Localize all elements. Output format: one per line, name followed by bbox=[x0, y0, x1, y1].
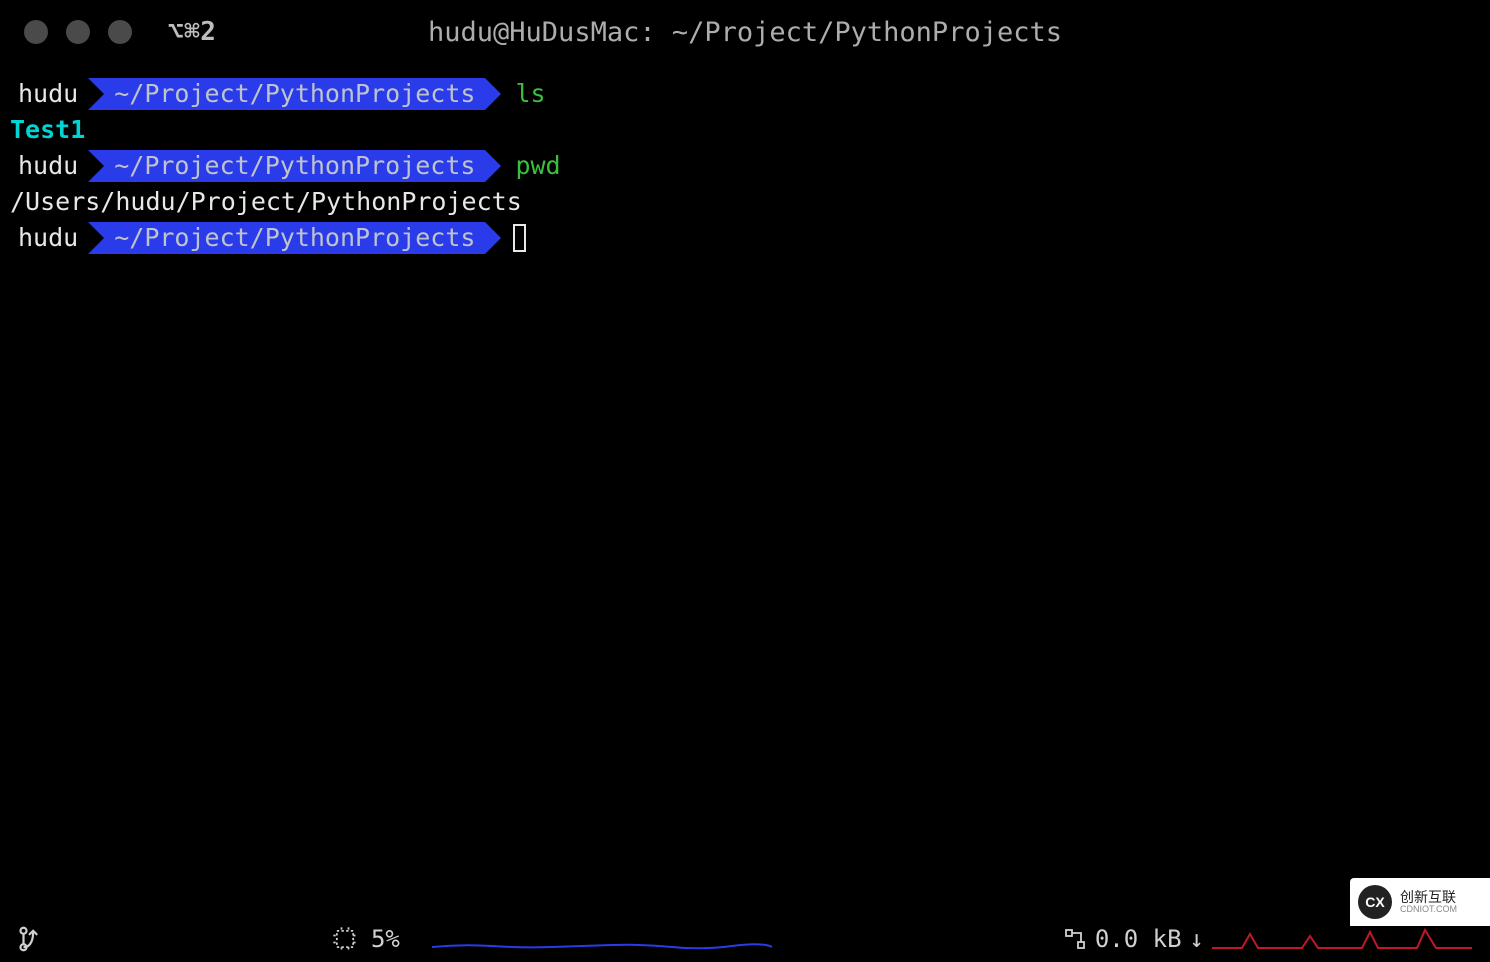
watermark-line2: CDNIOT.COM bbox=[1400, 905, 1457, 914]
prompt-user-segment: hudu bbox=[8, 150, 88, 182]
zoom-window-button[interactable] bbox=[108, 20, 132, 44]
prompt-path-segment: ~/Project/PythonProjects bbox=[88, 150, 485, 182]
statusbar: 5% 0.0 kB ↓ bbox=[0, 916, 1490, 962]
watermark-logo-icon: CX bbox=[1358, 885, 1392, 919]
terminal-line: /Users/hudu/Project/PythonProjects bbox=[8, 184, 1490, 220]
prompt-user-segment: hudu bbox=[8, 78, 88, 110]
network-sparkline bbox=[1212, 926, 1472, 952]
watermark-badge: CX 创新互联 CDNIOT.COM bbox=[1350, 878, 1490, 926]
network-rate-label: 0.0 kB bbox=[1095, 925, 1182, 953]
command-text: pwd bbox=[515, 148, 560, 184]
output-directory: Test1 bbox=[8, 112, 85, 148]
download-arrow-icon: ↓ bbox=[1190, 925, 1204, 953]
cpu-chip-icon bbox=[331, 925, 359, 953]
cpu-percent-label: 5% bbox=[371, 925, 400, 953]
window-title: hudu@HuDusMac: ~/Project/PythonProjects bbox=[428, 17, 1062, 48]
window-controls bbox=[24, 20, 132, 44]
terminal-line: Test1 bbox=[8, 112, 1490, 148]
terminal-line: hudu ~/Project/PythonProjects pwd bbox=[8, 148, 1490, 184]
prompt-user-segment: hudu bbox=[8, 222, 88, 254]
statusbar-center: 5% bbox=[40, 925, 1063, 953]
git-branch-icon bbox=[18, 925, 40, 953]
statusbar-left bbox=[18, 925, 40, 953]
statusbar-right: 0.0 kB ↓ bbox=[1063, 925, 1472, 953]
command-text: ls bbox=[515, 76, 545, 112]
watermark-text: 创新互联 CDNIOT.COM bbox=[1400, 890, 1457, 914]
minimize-window-button[interactable] bbox=[66, 20, 90, 44]
terminal-line: hudu ~/Project/PythonProjects ls bbox=[8, 76, 1490, 112]
prompt-path-segment: ~/Project/PythonProjects bbox=[88, 222, 485, 254]
close-window-button[interactable] bbox=[24, 20, 48, 44]
terminal-line: hudu ~/Project/PythonProjects bbox=[8, 220, 1490, 256]
cpu-sparkline bbox=[432, 927, 772, 951]
tab-shortcut-label: ⌥⌘2 bbox=[168, 17, 216, 47]
titlebar: ⌥⌘2 hudu@HuDusMac: ~/Project/PythonProje… bbox=[0, 0, 1490, 64]
network-icon bbox=[1063, 927, 1087, 951]
watermark-line1: 创新互联 bbox=[1400, 890, 1457, 905]
prompt-path-segment: ~/Project/PythonProjects bbox=[88, 78, 485, 110]
terminal-cursor[interactable] bbox=[513, 224, 526, 252]
terminal-viewport[interactable]: hudu ~/Project/PythonProjects ls Test1 h… bbox=[0, 64, 1490, 256]
output-text: /Users/hudu/Project/PythonProjects bbox=[8, 184, 522, 220]
